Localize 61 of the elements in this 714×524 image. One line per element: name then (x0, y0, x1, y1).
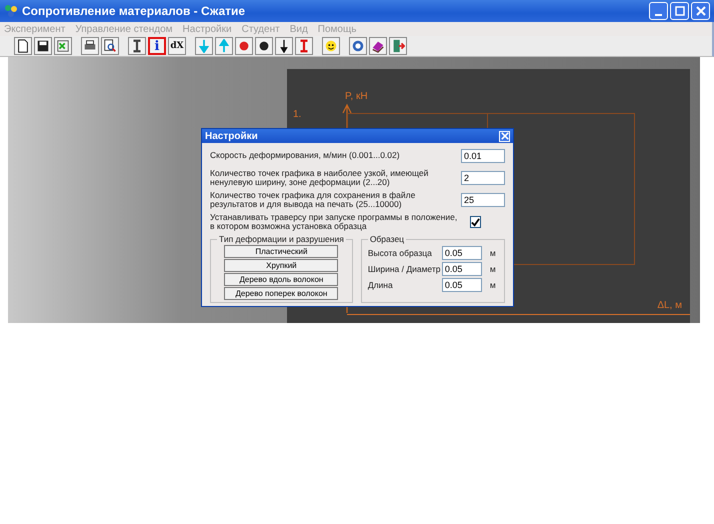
toolbar-button[interactable]: dX (168, 37, 186, 55)
deformation-button[interactable]: Дерево поперек волокон (224, 287, 338, 300)
unit-label: м (490, 264, 496, 274)
toolbar-button[interactable] (34, 37, 52, 55)
smiley-icon (324, 39, 338, 53)
up-arrow-icon (217, 39, 231, 53)
toolbar-button[interactable] (369, 37, 387, 55)
curve-label: 1. (293, 109, 302, 120)
maximize-icon (674, 5, 686, 17)
help-icon (351, 39, 365, 53)
minimize-button[interactable] (649, 2, 668, 20)
ball-icon (237, 39, 251, 53)
close-button[interactable] (499, 130, 510, 142)
deformation-button[interactable]: Хрупкий (224, 259, 338, 272)
deformation-button[interactable]: Дерево вдоль волокон (224, 273, 338, 286)
group-title: Образец (368, 234, 406, 244)
input-field[interactable]: 0.05 (442, 278, 482, 292)
close-icon (500, 132, 508, 140)
toolbar-button[interactable] (255, 37, 273, 55)
toolbar-button[interactable] (14, 37, 32, 55)
unit-label: м (490, 280, 496, 290)
down-arrow-icon (197, 39, 211, 53)
print-preview-icon (103, 39, 117, 53)
unit-label: м (490, 248, 496, 258)
field-label: Ширина / Диаметр (368, 264, 438, 274)
app-icon (4, 4, 18, 18)
group-title: Тип деформации и разрушения (218, 234, 345, 244)
toolbar-button[interactable]: i (148, 37, 166, 55)
input-field[interactable]: 2 (461, 171, 505, 185)
dialog-title: Настройки (205, 130, 258, 142)
input-field[interactable]: 0.01 (461, 149, 505, 163)
close-icon (694, 5, 706, 17)
new-document-icon (16, 39, 30, 53)
toolbar-button[interactable] (275, 37, 293, 55)
axis-label: P, кН (345, 91, 368, 102)
books-icon (371, 39, 385, 53)
checkbox-label: Устанавливать траверсу при запуске программы в положение, в котором возможна установка образца (210, 212, 458, 232)
close-button[interactable] (691, 2, 710, 20)
input-field[interactable]: 0.05 (442, 262, 482, 276)
toolbar-button[interactable] (54, 37, 72, 55)
toolbar-button[interactable] (81, 37, 99, 55)
toolbar-button[interactable] (101, 37, 119, 55)
toolbar-button[interactable] (322, 37, 340, 55)
minimize-icon (655, 14, 662, 16)
field-label: Количество точек графика для сохранения в файле результатов и для вывода на печать (25...10000) (210, 190, 416, 210)
maximize-button[interactable] (670, 2, 689, 20)
checkbox[interactable] (470, 216, 481, 228)
spreadsheet-icon (56, 39, 70, 53)
field-label: Высота образца (368, 248, 433, 258)
input-field[interactable]: 0.05 (442, 246, 482, 260)
input-field[interactable]: 25 (461, 193, 505, 207)
window-title: Сопротивление материалов - Сжатие (22, 4, 246, 18)
field-label: Количество точек графика в наиболее узкой, имеющей ненулевую ширину, зоне деформации (2...20) (210, 168, 430, 188)
axis-label: ΔL, м (657, 300, 682, 311)
field-label: Длина (368, 280, 394, 290)
exit-door-icon (391, 39, 405, 53)
save-icon (36, 39, 50, 53)
deformation-button[interactable]: Пластический (224, 245, 338, 258)
ball-icon (257, 39, 271, 53)
field-label: Скорость деформирования, м/мин (0.001...0.02) (210, 151, 401, 161)
toolbar-button[interactable] (128, 37, 146, 55)
